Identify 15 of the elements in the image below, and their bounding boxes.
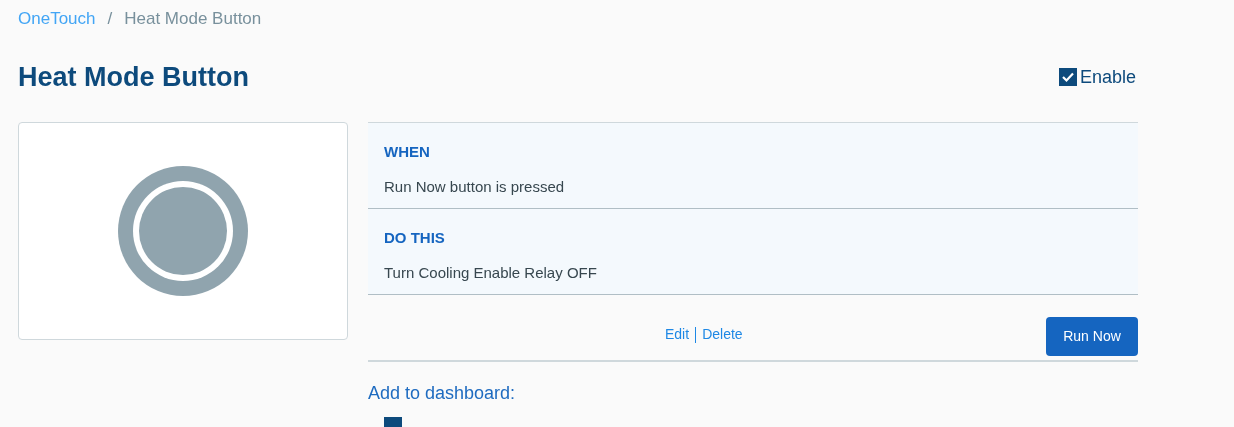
check-icon <box>1060 70 1075 84</box>
dashboard-label: Add to dashboard: <box>368 382 517 405</box>
section-text: Turn Cooling Enable Relay OFF <box>384 262 598 283</box>
page-title: Heat Mode Button <box>18 60 249 94</box>
breadcrumb-separator: / <box>107 8 113 31</box>
run-now-button[interactable]: Run Now <box>1046 317 1138 356</box>
section-heading: DO THIS <box>384 228 446 248</box>
edit-link[interactable]: Edit <box>665 324 690 345</box>
section-text: Run Now button is pressed <box>384 176 566 197</box>
delete-link[interactable]: Delete <box>702 324 743 345</box>
section-heading: WHEN <box>384 142 431 162</box>
enable-checkbox[interactable]: Enable <box>1058 63 1136 91</box>
round-button-icon <box>117 165 249 297</box>
breadcrumb-current: Heat Mode Button <box>124 8 262 31</box>
breadcrumb-link[interactable]: OneTouch <box>18 6 96 32</box>
